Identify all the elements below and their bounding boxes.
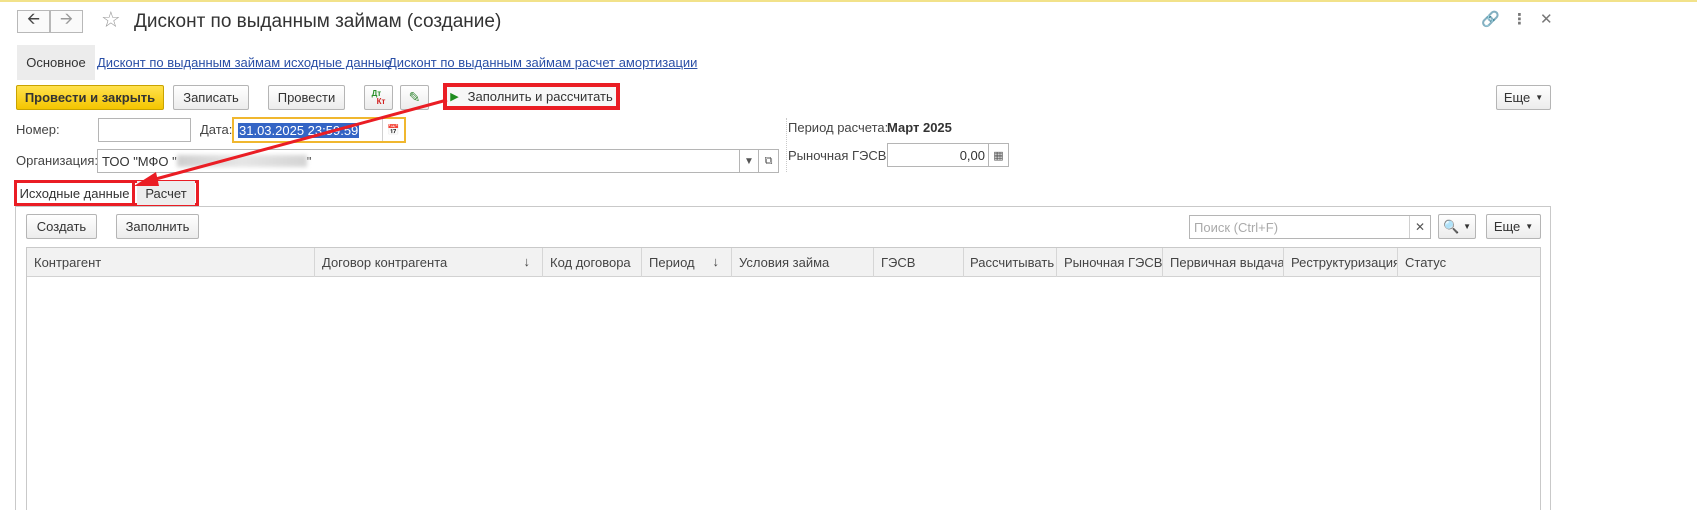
column-status[interactable]: Статус [1398,248,1540,277]
table-more-button[interactable]: Еще ▼ [1486,214,1541,239]
column-contract[interactable]: Договор контрагента ↓ [315,248,543,277]
column-gesv[interactable]: ГЭСВ [874,248,964,277]
search-icon: 🔍 [1442,218,1460,234]
sort-down-icon: ↓ [523,254,531,269]
column-period[interactable]: Период ↓ [642,248,732,277]
chevron-down-icon: ▼ [1525,222,1534,231]
table-more-label: Еще [1493,219,1521,234]
column-loan-terms[interactable]: Условия займа [732,248,874,277]
search-options-button[interactable]: 🔍 ▼ [1438,214,1476,239]
column-counterparty[interactable]: Контрагент [27,248,315,277]
column-restructuring[interactable]: Реструктуризация [1284,248,1398,277]
column-market-gesv[interactable]: Рыночная ГЭСВ [1057,248,1163,277]
fill-button[interactable]: Заполнить [116,214,199,239]
create-button[interactable]: Создать [26,214,97,239]
column-calculate[interactable]: Рассчитывать [964,248,1057,277]
clear-search-icon[interactable]: ✕ [1409,216,1430,238]
sort-down-icon: ↓ [712,254,720,269]
data-table[interactable]: Контрагент Договор контрагента ↓ Код дого… [26,247,1541,510]
column-primary-issue[interactable]: Первичная выдача [1163,248,1284,277]
search-placeholder: Поиск (Ctrl+F) [1194,220,1279,235]
table-header: Контрагент Договор контрагента ↓ Код дого… [27,248,1540,277]
column-contract-code[interactable]: Код договора [543,248,642,277]
chevron-down-icon: ▼ [1463,222,1472,231]
search-input[interactable]: Поиск (Ctrl+F) ✕ [1189,215,1431,239]
